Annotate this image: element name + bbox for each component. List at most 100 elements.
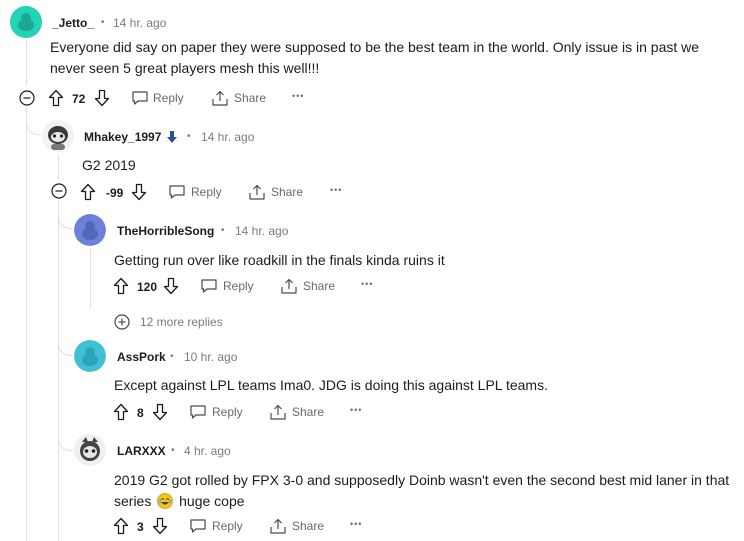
- upvote-button[interactable]: [113, 277, 129, 295]
- flair-icon: [166, 130, 178, 149]
- comment-author[interactable]: AssPork: [117, 350, 166, 364]
- share-icon: [270, 404, 286, 420]
- reply-label: Reply: [191, 185, 222, 199]
- more-options-button[interactable]: •••: [292, 91, 304, 101]
- thread-line-2: [58, 155, 59, 180]
- comment-timestamp[interactable]: 4 hr. ago: [184, 444, 231, 458]
- reply-label: Reply: [212, 519, 243, 533]
- collapse-thread-button[interactable]: [19, 90, 35, 106]
- reply-bubble-icon: [190, 519, 206, 533]
- comment-body: Everyone did say on paper they were supp…: [50, 39, 700, 76]
- snoo-avatar-icon: [10, 6, 42, 38]
- comment-timestamp[interactable]: 14 hr. ago: [235, 224, 288, 238]
- share-label: Share: [303, 279, 336, 293]
- more-options-button[interactable]: •••: [361, 279, 373, 289]
- reply-label: Reply: [212, 405, 243, 419]
- share-label: Share: [292, 519, 325, 533]
- comment-body: Except against LPL teams Ima0. JDG is do…: [114, 377, 548, 393]
- thread-line-2b: [58, 204, 59, 541]
- more-replies-button[interactable]: 12 more replies: [114, 314, 223, 330]
- snoo-avatar-icon: [74, 340, 106, 372]
- downvote-button[interactable]: [163, 277, 179, 295]
- downvote-arrow-icon: [94, 89, 110, 107]
- minus-circle-icon: [51, 183, 67, 199]
- upvote-arrow-icon: [113, 277, 129, 295]
- comment-body-text-end: huge cope: [179, 493, 245, 509]
- vote-score: 8: [137, 406, 144, 420]
- share-icon: [249, 184, 265, 200]
- share-icon: [281, 278, 297, 294]
- downvote-arrow-icon: [152, 403, 168, 421]
- separator-dot: •: [101, 17, 105, 28]
- more-options-button[interactable]: •••: [350, 405, 362, 415]
- reply-button[interactable]: Reply: [131, 90, 184, 106]
- vote-score: -99: [106, 186, 124, 200]
- thread-curve-4: [58, 424, 73, 451]
- avatar[interactable]: [74, 214, 106, 246]
- comment-author[interactable]: LARXXX: [117, 444, 166, 458]
- comment-body: Getting run over like roadkill in the fi…: [114, 252, 445, 268]
- snoo-avatar-icon: [74, 214, 106, 246]
- downvote-button[interactable]: [94, 89, 110, 107]
- share-button[interactable]: Share: [248, 184, 303, 200]
- reply-label: Reply: [223, 279, 254, 293]
- comment-author[interactable]: Mhakey_1997: [84, 130, 161, 144]
- downvote-arrow-icon: [163, 277, 179, 295]
- share-label: Share: [292, 405, 325, 419]
- downvote-arrow-icon: [131, 183, 147, 201]
- reply-button[interactable]: Reply: [189, 404, 243, 420]
- reply-bubble-icon: [169, 185, 185, 199]
- crying-laughing-emoji-icon: [157, 493, 174, 515]
- downvote-button[interactable]: [131, 183, 147, 201]
- comment-timestamp[interactable]: 14 hr. ago: [201, 130, 254, 144]
- reply-button[interactable]: Reply: [189, 518, 243, 534]
- thread-curve-2: [58, 200, 73, 229]
- share-icon: [212, 90, 228, 106]
- thread-line-1b: [26, 110, 27, 541]
- upvote-button[interactable]: [80, 183, 96, 201]
- snoo-avatar-icon: [74, 434, 106, 466]
- comment-timestamp[interactable]: 10 hr. ago: [184, 350, 237, 364]
- vote-score: 72: [72, 92, 86, 106]
- reply-bubble-icon: [190, 405, 206, 419]
- share-label: Share: [271, 185, 304, 199]
- comment-author[interactable]: _Jetto_: [52, 16, 94, 30]
- upvote-arrow-icon: [113, 403, 129, 421]
- separator-dot: •: [187, 131, 191, 142]
- avatar[interactable]: [10, 6, 42, 38]
- comment-timestamp[interactable]: 14 hr. ago: [113, 16, 166, 30]
- downvote-button[interactable]: [152, 517, 168, 535]
- reply-button[interactable]: Reply: [168, 184, 222, 200]
- upvote-button[interactable]: [113, 403, 129, 421]
- reply-bubble-icon: [132, 91, 148, 105]
- reply-bubble-icon: [201, 279, 217, 293]
- downvote-button[interactable]: [152, 403, 168, 421]
- avatar[interactable]: [74, 340, 106, 372]
- share-button[interactable]: Share: [211, 90, 266, 106]
- avatar[interactable]: [74, 434, 106, 466]
- separator-dot: •: [170, 351, 174, 362]
- thread-curve-1: [26, 108, 41, 135]
- more-options-button[interactable]: •••: [350, 519, 362, 529]
- separator-dot: •: [171, 445, 175, 456]
- upvote-arrow-icon: [48, 89, 64, 107]
- vote-score: 3: [137, 520, 144, 534]
- collapse-thread-button[interactable]: [51, 183, 67, 199]
- share-button[interactable]: Share: [269, 518, 324, 534]
- share-button[interactable]: Share: [269, 404, 324, 420]
- more-options-button[interactable]: •••: [330, 185, 342, 195]
- upvote-arrow-icon: [80, 183, 96, 201]
- share-label: Share: [234, 91, 267, 105]
- comment-author[interactable]: TheHorribleSong: [117, 224, 214, 238]
- thread-line-3: [90, 248, 91, 308]
- plus-circle-icon: [114, 314, 130, 330]
- reply-button[interactable]: Reply: [200, 278, 254, 294]
- snoo-avatar-icon: [42, 120, 74, 152]
- thread-curve-3: [58, 330, 73, 356]
- upvote-arrow-icon: [113, 517, 129, 535]
- upvote-button[interactable]: [48, 89, 64, 107]
- avatar[interactable]: [42, 120, 74, 152]
- comment-body: 2019 G2 got rolled by FPX 3-0 and suppos…: [114, 470, 734, 515]
- upvote-button[interactable]: [113, 517, 129, 535]
- share-button[interactable]: Share: [280, 278, 335, 294]
